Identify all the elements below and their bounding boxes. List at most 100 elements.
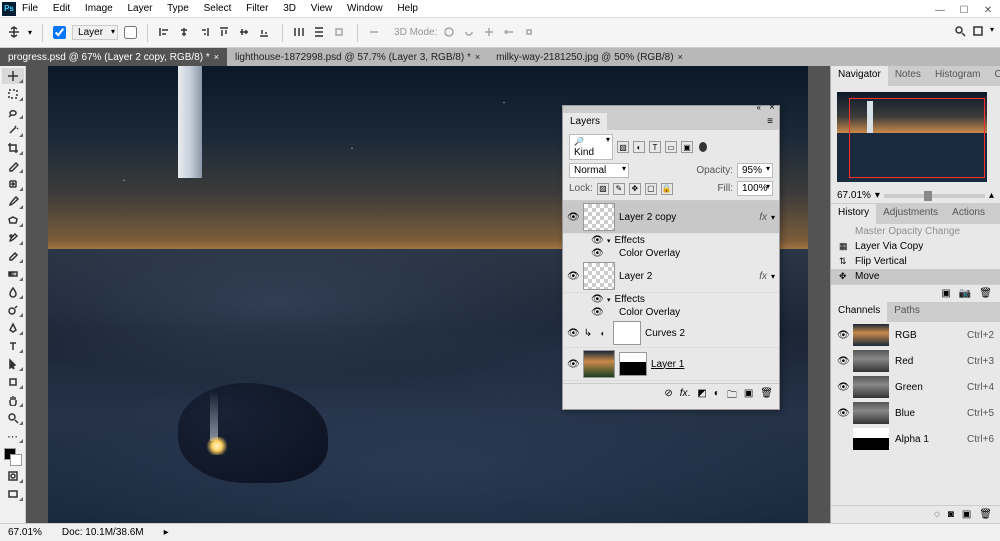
fg-bg-swatch[interactable]: [4, 448, 22, 466]
type-tool[interactable]: [2, 338, 24, 354]
layer-mask[interactable]: [619, 352, 647, 376]
3d-roll-icon[interactable]: [463, 26, 477, 40]
move-tool[interactable]: [2, 68, 24, 84]
layer-fx-icon[interactable]: fx.: [680, 388, 691, 405]
marquee-tool[interactable]: [2, 86, 24, 102]
menu-filter[interactable]: Filter: [246, 3, 268, 14]
layer-thumbnail[interactable]: [583, 262, 615, 290]
distribute-v-icon[interactable]: [313, 26, 327, 40]
panel-menu-icon[interactable]: ≡: [767, 116, 773, 127]
tab-navigator[interactable]: Navigator: [831, 66, 888, 86]
screen-mode-tool[interactable]: [2, 486, 24, 502]
menu-file[interactable]: File: [22, 3, 38, 14]
eyedropper-tool[interactable]: [2, 158, 24, 174]
load-selection-icon[interactable]: ◌: [934, 509, 940, 520]
align-bottom-icon[interactable]: [258, 26, 272, 40]
close-icon[interactable]: ×: [214, 52, 219, 62]
close-icon[interactable]: ×: [678, 52, 683, 62]
crop-tool[interactable]: [2, 140, 24, 156]
filter-adjust-icon[interactable]: ◐: [633, 141, 645, 153]
status-docsize[interactable]: Doc: 10.1M/38.6M: [62, 527, 144, 538]
adjustment-layer-icon[interactable]: ◐: [714, 388, 720, 405]
status-zoom[interactable]: 67.01%: [8, 527, 42, 538]
layer-row[interactable]: 👁 Layer 1: [563, 348, 779, 381]
zoom-slider[interactable]: [884, 194, 985, 198]
layers-panel[interactable]: « × Layers ≡ 🔎 Kind ▧ ◐ T ▭ ▣ Normal Opa…: [562, 105, 780, 410]
maximize-button[interactable]: ☐: [956, 4, 972, 16]
filter-smart-icon[interactable]: ▣: [681, 141, 693, 153]
search-icon[interactable]: [954, 25, 966, 40]
3d-pan-icon[interactable]: [483, 26, 497, 40]
opacity-input[interactable]: 95%: [737, 163, 773, 178]
quick-mask-tool[interactable]: [2, 468, 24, 484]
channel-alpha[interactable]: Alpha 1Ctrl+6: [831, 426, 1000, 452]
filter-kind-dropdown[interactable]: 🔎 Kind: [569, 134, 613, 160]
tab-history[interactable]: History: [831, 204, 876, 224]
auto-select-checkbox[interactable]: [53, 26, 66, 39]
lock-transparent-icon[interactable]: ▨: [597, 183, 609, 195]
fx-sub[interactable]: 👁Color Overlay: [563, 247, 779, 260]
blend-mode-dropdown[interactable]: Normal: [569, 163, 629, 178]
pen-tool[interactable]: [2, 320, 24, 336]
fx-sub[interactable]: 👁▾Effects: [563, 234, 779, 247]
layer-name[interactable]: Layer 2: [619, 271, 755, 282]
distribute-3-icon[interactable]: [333, 26, 347, 40]
tab-doc-0[interactable]: progress.psd @ 67% (Layer 2 copy, RGB/8)…: [0, 48, 227, 66]
hand-tool[interactable]: [2, 392, 24, 408]
chevron-down-icon[interactable]: ▾: [28, 28, 32, 37]
path-select-tool[interactable]: [2, 356, 24, 372]
layer-mask[interactable]: [613, 321, 641, 345]
visibility-icon[interactable]: 👁: [567, 359, 579, 370]
menu-3d[interactable]: 3D: [283, 3, 296, 14]
close-button[interactable]: ✕: [980, 4, 996, 16]
lasso-tool[interactable]: [2, 104, 24, 120]
zoom-out-icon[interactable]: ▾: [875, 190, 880, 201]
layer-row[interactable]: 👁 Layer 2 copy fx▾: [563, 201, 779, 234]
show-transform-checkbox[interactable]: [124, 26, 137, 39]
fx-badge[interactable]: fx: [759, 271, 767, 282]
layer-name[interactable]: Layer 1: [651, 359, 775, 370]
tab-histogram[interactable]: Histogram: [928, 66, 988, 86]
tab-notes[interactable]: Notes: [888, 66, 928, 86]
distribute-h-icon[interactable]: [293, 26, 307, 40]
layer-row[interactable]: 👁 Layer 2 fx▾: [563, 260, 779, 293]
chevron-right-icon[interactable]: ▸: [164, 527, 169, 538]
lock-artboard-icon[interactable]: ▢: [645, 183, 657, 195]
minimize-button[interactable]: —: [932, 4, 948, 16]
close-icon[interactable]: ×: [475, 52, 480, 62]
new-channel-icon[interactable]: ▣: [962, 509, 971, 520]
blur-tool[interactable]: [2, 284, 24, 300]
history-item[interactable]: Master Opacity Change: [831, 224, 1000, 239]
save-selection-icon[interactable]: ◙: [948, 509, 954, 520]
tab-doc-2[interactable]: milky-way-2181250.jpg @ 50% (RGB/8)×: [488, 48, 691, 66]
menu-type[interactable]: Type: [167, 3, 189, 14]
tab-doc-1[interactable]: lighthouse-1872998.psd @ 57.7% (Layer 3,…: [227, 48, 488, 66]
3d-slide-icon[interactable]: [503, 26, 517, 40]
filter-shape-icon[interactable]: ▭: [665, 141, 677, 153]
3d-orbit-icon[interactable]: [443, 26, 457, 40]
menu-view[interactable]: View: [311, 3, 333, 14]
channel-green[interactable]: 👁GreenCtrl+4: [831, 374, 1000, 400]
history-brush-tool[interactable]: [2, 230, 24, 246]
dodge-tool[interactable]: [2, 302, 24, 318]
align-hcenter-icon[interactable]: [178, 26, 192, 40]
brush-tool[interactable]: [2, 194, 24, 210]
edit-toolbar[interactable]: ⋯: [2, 428, 24, 444]
new-group-icon[interactable]: 🗀: [727, 388, 737, 405]
menu-image[interactable]: Image: [85, 3, 113, 14]
new-snapshot-icon[interactable]: ▣: [941, 288, 950, 299]
3d-scale-icon[interactable]: [523, 26, 537, 40]
history-item[interactable]: ✥Move: [831, 269, 1000, 284]
layer-thumbnail[interactable]: [583, 203, 615, 231]
visibility-icon[interactable]: 👁: [837, 408, 847, 419]
magic-wand-tool[interactable]: [2, 122, 24, 138]
clone-stamp-tool[interactable]: [2, 212, 24, 228]
layer-name[interactable]: Layer 2 copy: [619, 212, 755, 223]
tab-actions[interactable]: Actions: [945, 204, 992, 224]
layer-thumbnail[interactable]: [583, 350, 615, 378]
zoom-in-icon[interactable]: ▴: [989, 190, 994, 201]
new-layer-icon[interactable]: ▣: [744, 388, 753, 405]
lock-all-icon[interactable]: 🔒: [661, 183, 673, 195]
visibility-icon[interactable]: 👁: [567, 271, 579, 282]
camera-icon[interactable]: 📷: [959, 288, 971, 299]
